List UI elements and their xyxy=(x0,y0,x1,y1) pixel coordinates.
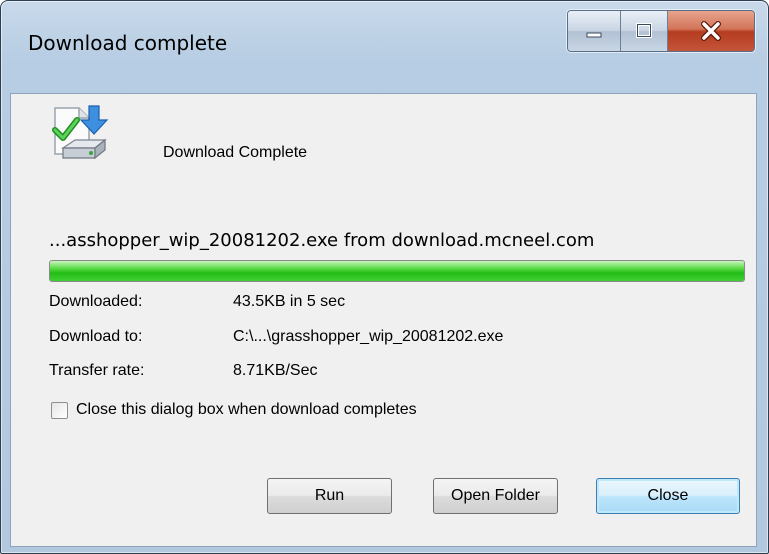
close-x-icon xyxy=(701,21,721,41)
minimize-icon xyxy=(586,32,602,38)
close-button[interactable]: Close xyxy=(596,478,740,514)
download-progress-fill xyxy=(50,261,744,281)
minimize-button[interactable] xyxy=(568,11,620,51)
transfer-rate-label: Transfer rate: xyxy=(49,362,145,379)
download-dialog-window: Download complete Download Complete ...a… xyxy=(0,0,769,554)
downloaded-label: Downloaded: xyxy=(49,293,143,310)
open-folder-button[interactable]: Open Folder xyxy=(433,478,558,514)
maximize-icon xyxy=(636,23,652,38)
maximize-button[interactable] xyxy=(620,11,667,51)
close-window-button[interactable] xyxy=(667,11,754,51)
download-filename: ...asshopper_wip_20081202.exe from downl… xyxy=(49,230,595,251)
close-when-complete-label[interactable]: Close this dialog box when download comp… xyxy=(76,401,417,419)
download-to-value: C:\...\grasshopper_wip_20081202.exe xyxy=(233,328,504,345)
window-title: Download complete xyxy=(28,31,228,55)
transfer-rate-value: 8.71KB/Sec xyxy=(233,362,318,379)
download-complete-icon xyxy=(52,105,109,160)
download-status-label: Download Complete xyxy=(163,144,308,161)
title-bar[interactable]: Download complete xyxy=(1,1,768,89)
close-when-complete-checkbox[interactable] xyxy=(51,401,68,419)
dialog-content: Download Complete ...asshopper_wip_20081… xyxy=(10,93,757,547)
download-progress-bar xyxy=(49,260,745,282)
run-button[interactable]: Run xyxy=(267,478,392,514)
downloaded-value: 43.5KB in 5 sec xyxy=(233,293,346,310)
close-when-complete-option[interactable]: Close this dialog box when download comp… xyxy=(51,401,417,419)
download-to-label: Download to: xyxy=(49,328,143,345)
window-controls xyxy=(567,10,755,52)
